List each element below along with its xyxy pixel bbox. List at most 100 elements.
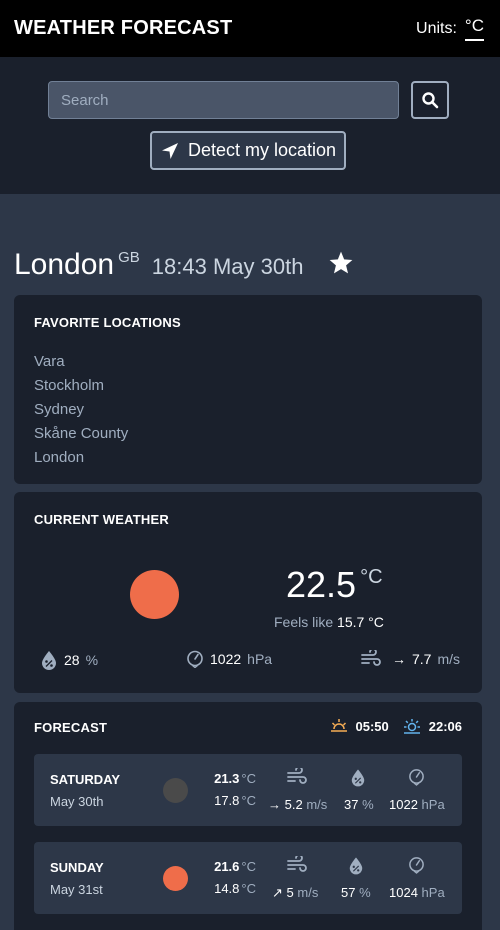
day-pressure-value: 1022 xyxy=(389,797,418,812)
day-low-unit: °C xyxy=(241,793,256,808)
pressure-icon xyxy=(409,769,424,786)
city-name: London xyxy=(14,248,115,281)
sunrise-time: 05:50 xyxy=(355,718,389,734)
day-wind-value: 5.2 xyxy=(284,797,303,812)
day-date: May 30th xyxy=(50,794,104,809)
units-label: Units: xyxy=(416,19,457,37)
day-wind-value: 5 xyxy=(286,885,294,900)
day-wind: → 5.2 m/s xyxy=(268,797,327,812)
temperature-value: 22.5 xyxy=(286,564,357,605)
units-toggle[interactable]: Units: °C xyxy=(416,16,484,41)
sunset-time: 22:06 xyxy=(428,718,462,734)
day-high-unit: °C xyxy=(241,771,256,786)
humidity-icon xyxy=(42,651,56,670)
day-pressure: 1022 hPa xyxy=(389,797,445,812)
feels-like: Feels like 15.7 °C xyxy=(274,614,384,630)
wind-icon xyxy=(287,768,307,784)
humidity-unit: % xyxy=(85,652,99,668)
wind-direction-arrow: → xyxy=(392,651,406,667)
wind-icon xyxy=(287,856,307,872)
wind-stat: → 7.7 m/s xyxy=(360,650,460,668)
country-code: GB xyxy=(118,249,140,266)
day-high-value: 21.3 xyxy=(214,771,240,786)
detect-location-label: Detect my location xyxy=(187,140,337,160)
humidity-value: 28 xyxy=(64,652,80,668)
wind-direction-arrow: ↗ xyxy=(272,885,283,900)
sunrise-icon xyxy=(330,719,347,732)
temperature-unit: °C xyxy=(360,566,383,588)
day-name: SATURDAY xyxy=(50,772,121,787)
sun-times: 05:50 22:06 xyxy=(330,718,462,734)
location-arrow-icon xyxy=(161,142,178,159)
forecast-day-row[interactable]: SATURDAY May 30th 21.3 °C 17.8 °C → 5.2 m/… xyxy=(34,754,462,826)
day-pressure: 1024 hPa xyxy=(389,885,445,900)
favorite-item[interactable]: Skåne County xyxy=(34,422,128,446)
pressure-stat: 1022 hPa xyxy=(186,650,272,668)
day-low-unit: °C xyxy=(241,881,256,896)
location-title: London GB 18:43 May 30th xyxy=(14,248,303,284)
pressure-unit: hPa xyxy=(247,651,273,667)
day-wind: ↗ 5 m/s xyxy=(272,885,318,901)
day-humidity: 37 % xyxy=(344,797,374,812)
day-low-value: 14.8 xyxy=(214,881,240,896)
search-input[interactable] xyxy=(48,81,399,119)
feels-like-value: 15.7 °C xyxy=(337,614,384,630)
day-high: 21.3 °C xyxy=(214,771,256,786)
day-humidity-unit: % xyxy=(362,797,374,812)
current-temperature: 22.5 °C xyxy=(286,564,383,606)
favorite-locations-card: FAVORITE LOCATIONS Vara Stockholm Sydney… xyxy=(14,295,482,484)
day-low: 14.8 °C xyxy=(214,881,256,896)
favorite-item[interactable]: Sydney xyxy=(34,398,128,422)
favorites-title: FAVORITE LOCATIONS xyxy=(34,315,181,330)
day-high: 21.6 °C xyxy=(214,859,256,874)
pressure-icon xyxy=(409,857,424,874)
day-high-unit: °C xyxy=(241,859,256,874)
wind-value: 7.7 xyxy=(412,651,432,667)
wind-direction-arrow: → xyxy=(268,797,281,812)
humidity-icon xyxy=(351,769,365,787)
detect-location-button[interactable]: Detect my location xyxy=(150,131,346,170)
forecast-day-row[interactable]: SUNDAY May 31st 21.6 °C 14.8 °C ↗ 5 m/s 57… xyxy=(34,842,462,914)
current-weather-card: CURRENT WEATHER 22.5 °C Feels like 15.7 … xyxy=(14,492,482,693)
sunset-icon xyxy=(403,719,420,734)
search-button[interactable] xyxy=(411,81,449,119)
day-low: 17.8 °C xyxy=(214,793,256,808)
day-wind-unit: m/s xyxy=(297,885,319,900)
cloud-icon xyxy=(163,778,188,803)
day-pressure-unit: hPa xyxy=(421,797,445,812)
search-panel: Detect my location xyxy=(0,57,500,194)
favorites-list: Vara Stockholm Sydney Skåne County Londo… xyxy=(34,350,128,470)
units-value[interactable]: °C xyxy=(464,16,484,41)
day-name: SUNDAY xyxy=(50,860,104,875)
location-datetime: 18:43 May 30th xyxy=(151,254,304,279)
weather-sun-icon xyxy=(130,570,179,619)
humidity-stat: 28 % xyxy=(40,650,98,670)
day-low-value: 17.8 xyxy=(214,793,240,808)
sun-icon xyxy=(163,866,188,891)
forecast-title: FORECAST xyxy=(34,720,108,735)
humidity-icon xyxy=(349,857,363,875)
day-pressure-unit: hPa xyxy=(421,885,445,900)
pressure-value: 1022 xyxy=(210,651,242,667)
favorite-item[interactable]: Vara xyxy=(34,350,128,374)
forecast-card: FORECAST 05:50 22:06 SATURDAY May 30th 2… xyxy=(14,702,482,930)
day-date: May 31st xyxy=(50,882,103,897)
search-icon xyxy=(422,92,439,109)
day-pressure-value: 1024 xyxy=(389,885,418,900)
feels-like-label: Feels like xyxy=(274,614,334,630)
day-humidity-value: 57 xyxy=(341,885,356,900)
app-title: WEATHER FORECAST xyxy=(14,17,233,39)
top-bar: WEATHER FORECAST Units: °C xyxy=(0,0,500,57)
wind-unit: m/s xyxy=(437,651,461,667)
star-icon[interactable] xyxy=(328,250,354,276)
day-high-value: 21.6 xyxy=(214,859,240,874)
day-humidity: 57 % xyxy=(341,885,371,900)
current-weather-title: CURRENT WEATHER xyxy=(34,512,169,527)
day-humidity-value: 37 xyxy=(344,797,359,812)
day-wind-unit: m/s xyxy=(306,797,328,812)
favorite-item[interactable]: London xyxy=(34,446,128,470)
pressure-icon xyxy=(187,650,203,668)
day-humidity-unit: % xyxy=(359,885,371,900)
wind-icon xyxy=(361,650,381,666)
favorite-item[interactable]: Stockholm xyxy=(34,374,128,398)
